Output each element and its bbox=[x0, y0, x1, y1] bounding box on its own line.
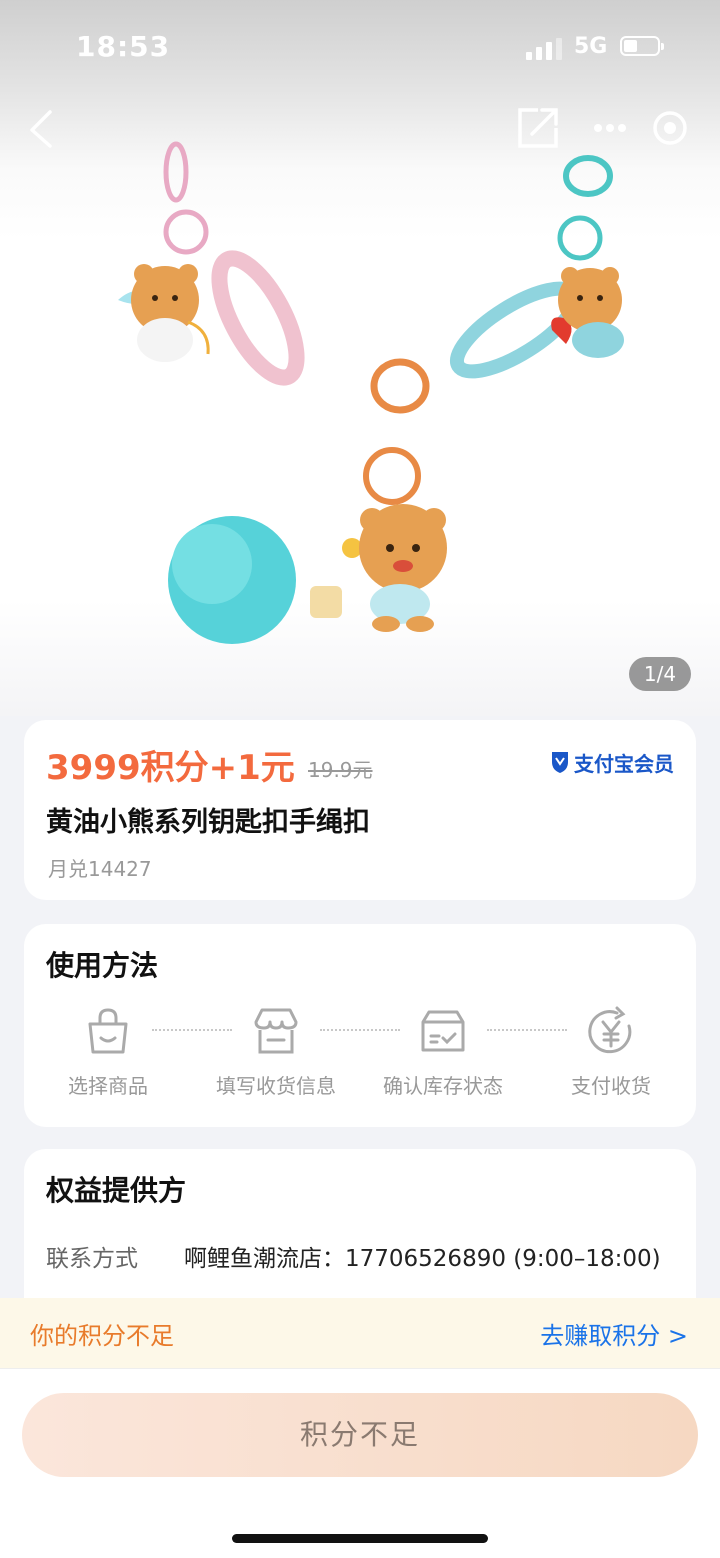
status-bar: 18:53 5G bbox=[0, 0, 720, 96]
pink-bear-keychain bbox=[118, 141, 305, 386]
product-title: 黄油小熊系列钥匙扣手绳扣 bbox=[46, 807, 370, 838]
orange-bear-keychain bbox=[168, 358, 447, 644]
points-notice: 你的积分不足 去赚取积分 > bbox=[0, 1298, 720, 1369]
share-button[interactable] bbox=[514, 104, 562, 152]
mini-app-close-button[interactable] bbox=[646, 104, 694, 152]
step-label: 选择商品 bbox=[68, 1074, 148, 1098]
alipay-member-icon bbox=[552, 752, 568, 773]
back-button[interactable] bbox=[20, 104, 68, 152]
step-pay-receive: 支付收货 bbox=[536, 1004, 686, 1099]
target-circle-icon bbox=[653, 111, 687, 145]
usage-card: 使用方法 选择商品 填写收货信息 确认库存状态 支付收货 bbox=[24, 924, 696, 1127]
price-card: 3999积分+1元 19.9元 支付宝会员 黄油小熊系列钥匙扣手绳扣 月兑144… bbox=[24, 720, 696, 900]
step-label: 填写收货信息 bbox=[216, 1074, 336, 1098]
step-confirm-stock: 确认库存状态 bbox=[368, 1004, 518, 1099]
step-select-product: 选择商品 bbox=[33, 1004, 183, 1099]
battery-icon bbox=[620, 36, 664, 58]
contact-value[interactable]: 啊鲤鱼潮流店：17706526890 (9:00–18:00) bbox=[184, 1239, 661, 1273]
network-type: 5G bbox=[574, 34, 608, 59]
monthly-sales: 月兑14427 bbox=[48, 857, 152, 881]
home-indicator bbox=[232, 1534, 488, 1543]
inventory-box-icon bbox=[421, 1010, 465, 1052]
yuan-payment-icon bbox=[588, 1006, 632, 1054]
insufficient-points-message: 你的积分不足 bbox=[30, 1322, 174, 1350]
chevron-left-icon bbox=[30, 110, 52, 148]
signal-icon bbox=[526, 38, 562, 60]
provider-card: 权益提供方 联系方式 啊鲤鱼潮流店：17706526890 (9:00–18:0… bbox=[24, 1149, 696, 1309]
clock: 18:53 bbox=[76, 30, 171, 63]
step-label: 支付收货 bbox=[571, 1074, 651, 1098]
usage-title: 使用方法 bbox=[46, 949, 159, 982]
image-counter: 1/4 bbox=[629, 657, 691, 691]
more-dots-icon bbox=[594, 124, 626, 132]
step-fill-address: 填写收货信息 bbox=[201, 1004, 351, 1099]
teal-bear-keychain bbox=[449, 155, 624, 379]
product-gallery[interactable]: 18:53 5G 1/4 bbox=[0, 0, 720, 716]
more-button[interactable] bbox=[586, 104, 634, 152]
share-icon bbox=[518, 108, 558, 148]
shopping-bag-icon bbox=[88, 1008, 128, 1054]
bottom-action-bar: 积分不足 bbox=[0, 1369, 720, 1558]
step-label: 确认库存状态 bbox=[383, 1074, 503, 1098]
original-price: 19.9元 bbox=[308, 758, 373, 782]
price: 3999积分+1元 bbox=[46, 748, 295, 788]
earn-points-link[interactable]: 去赚取积分 > bbox=[540, 1316, 688, 1351]
store-icon bbox=[254, 1008, 298, 1054]
member-badge-label: 支付宝会员 bbox=[574, 752, 674, 776]
provider-title: 权益提供方 bbox=[46, 1174, 187, 1207]
redeem-button[interactable]: 积分不足 bbox=[22, 1393, 698, 1477]
contact-label: 联系方式 bbox=[46, 1246, 138, 1272]
